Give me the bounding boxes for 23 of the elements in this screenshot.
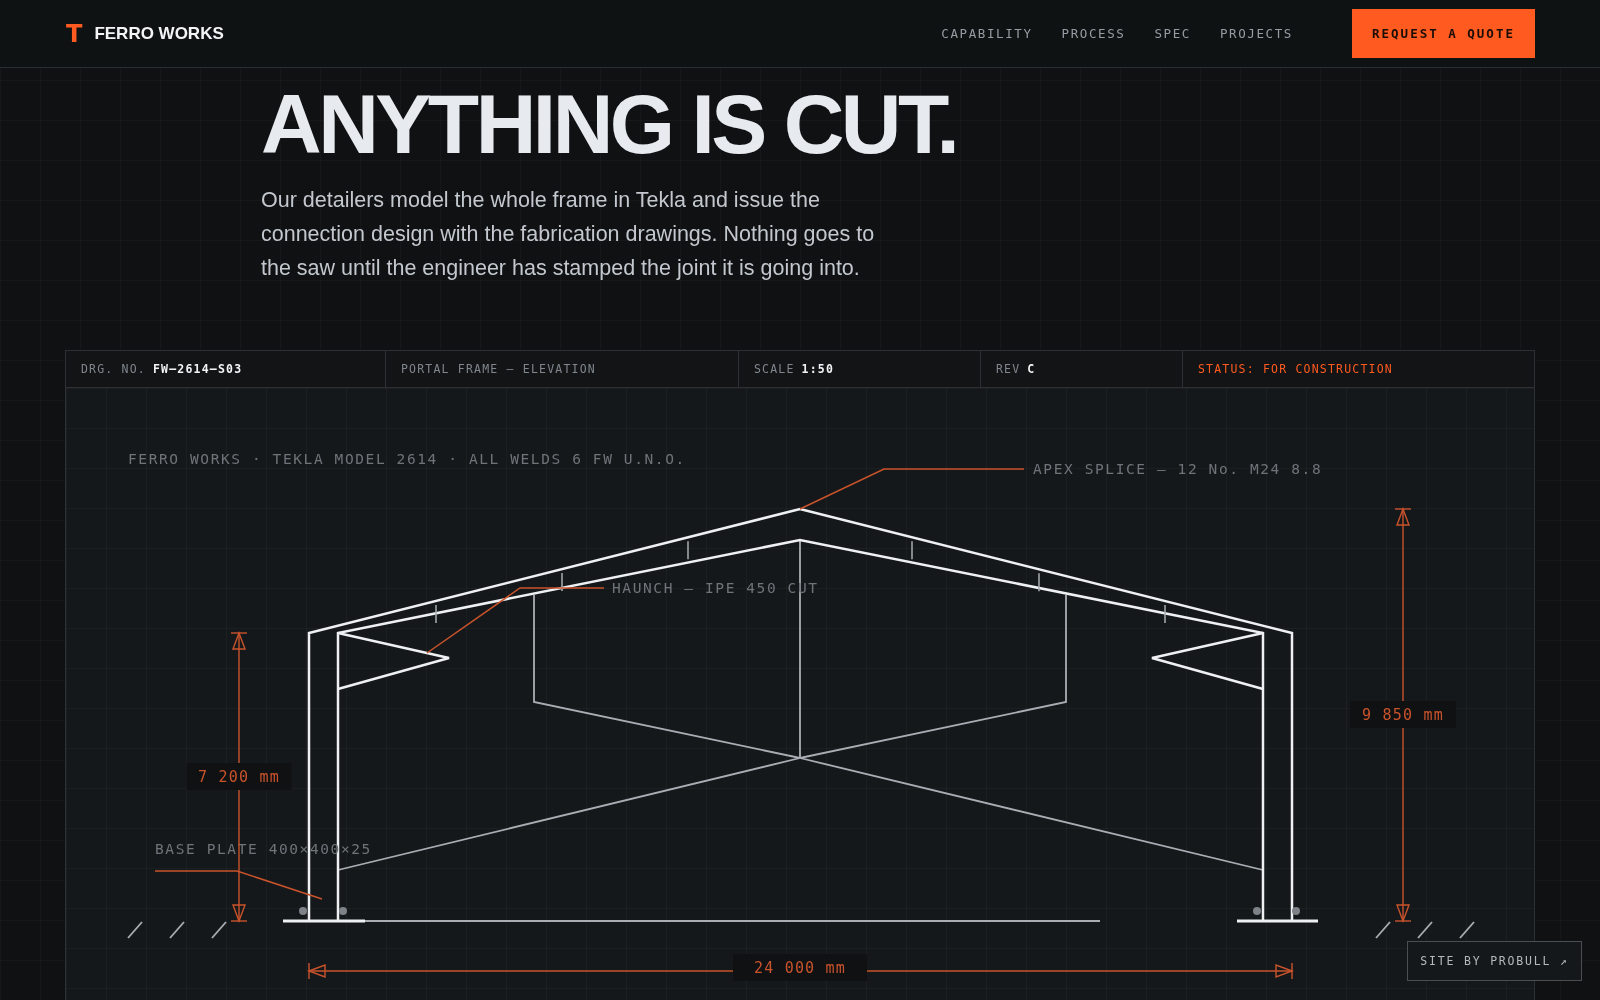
sheet-title: PORTAL FRAME — ELEVATION bbox=[401, 362, 596, 376]
drawing-note: FERRO WORKS · TEKLA MODEL 2614 · ALL WELDS 6 FW U.N.O. bbox=[128, 451, 686, 467]
nav-link[interactable]: SPEC bbox=[1154, 26, 1191, 41]
nav-link[interactable]: CAPABILITY bbox=[941, 26, 1033, 41]
logo-mark: T bbox=[66, 19, 83, 48]
dimension-label: 7 200 mm bbox=[186, 763, 292, 790]
credit-link[interactable]: SITE BY PROBULL ↗ bbox=[1407, 941, 1582, 981]
brand-name: FERRO WORKS bbox=[94, 23, 224, 44]
field-value: 1:50 bbox=[801, 362, 834, 376]
field-value: FW–2614–S03 bbox=[152, 362, 243, 376]
callout-text: APEX SPLICE — 12 No. M24 8.8 bbox=[1033, 461, 1323, 477]
field-label: SCALE bbox=[754, 362, 795, 376]
field-label: DRG. NO. bbox=[81, 362, 146, 376]
field-label: REV bbox=[996, 362, 1021, 376]
nav-link[interactable]: PROCESS bbox=[1061, 26, 1126, 41]
quote-button[interactable]: REQUEST A QUOTE bbox=[1352, 9, 1535, 58]
hero-paragraph: Our detailers model the whole frame in Tekla and issue the connection design with the fabrication drawings. Nothing goes to the saw until the engineer has stamped the joint it is going into. bbox=[261, 187, 876, 282]
headline-line: ANYTHING IS CUT. bbox=[261, 83, 957, 165]
dimension-label: 9 850 mm bbox=[1350, 701, 1456, 728]
field-value: C bbox=[1027, 362, 1036, 376]
nav-link[interactable]: PROJECTS bbox=[1220, 26, 1293, 41]
dimension-label: 24 000 mm bbox=[733, 954, 867, 981]
status-label: STATUS: FOR CONSTRUCTION bbox=[1198, 362, 1393, 376]
